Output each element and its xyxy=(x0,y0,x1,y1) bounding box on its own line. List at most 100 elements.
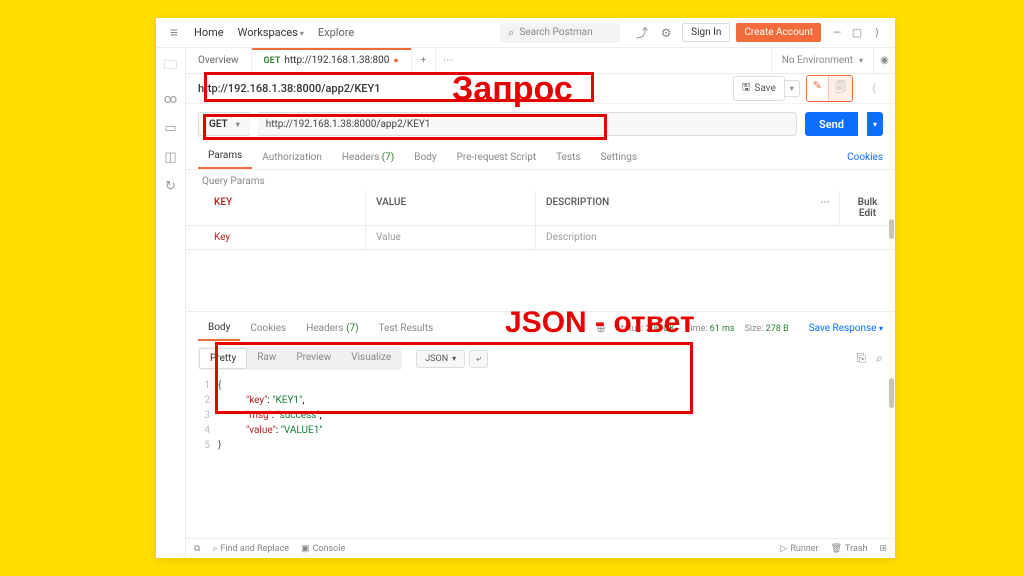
send-dropdown[interactable]: ▾ xyxy=(867,112,883,136)
method-select[interactable]: GET ▾ xyxy=(198,112,250,136)
tab-add-button[interactable]: + xyxy=(412,48,436,73)
search-placeholder: Search Postman xyxy=(519,27,592,38)
bulk-edit-button[interactable]: Bulk Edit xyxy=(840,191,895,225)
view-pretty[interactable]: Pretty xyxy=(199,348,247,369)
chevron-down-icon: ▾ xyxy=(300,29,304,38)
sidebar-expand-icon[interactable]: ⟨ xyxy=(865,82,883,95)
tab-prerequest[interactable]: Pre-request Script xyxy=(447,146,547,169)
json-key: "value" xyxy=(246,425,276,436)
copy-icon[interactable]: ⎘ xyxy=(857,351,867,366)
request-actions: 🖫 Save ▾ ✎ 🗐 ⟨ xyxy=(733,75,883,102)
scrollbar-thumb[interactable] xyxy=(889,378,894,408)
status-bar: ⧉ ⌕ Find and Replace ▣ Console ▷ Runner … xyxy=(186,538,895,558)
resp-tab-cookies[interactable]: Cookies xyxy=(240,317,296,340)
environment-quicklook-icon[interactable]: ◉ xyxy=(873,48,895,73)
json-key: "msg" xyxy=(246,410,272,421)
sidebar-apis-icon[interactable]: ∞ xyxy=(164,92,177,107)
settings-icon[interactable]: ⚙ xyxy=(656,26,676,40)
find-replace-button[interactable]: ⌕ Find and Replace xyxy=(212,544,289,554)
tab-overview[interactable]: Overview xyxy=(186,48,252,73)
save-button[interactable]: 🖫 Save xyxy=(733,76,785,101)
json-string: "success" xyxy=(277,410,320,421)
layout-icon[interactable]: ⊞ xyxy=(879,544,887,554)
line-number: 3 xyxy=(196,408,218,423)
save-dropdown[interactable]: ▾ xyxy=(785,80,800,97)
window-close[interactable]: ⟩ xyxy=(867,26,887,39)
tab-params[interactable]: Params xyxy=(198,144,252,169)
response-icons: ⎘ ⌕ xyxy=(857,351,883,366)
tab-tests[interactable]: Tests xyxy=(546,146,590,169)
resp-tab-body[interactable]: Body xyxy=(198,316,240,341)
save-response-button[interactable]: Save Response ▾ xyxy=(809,323,883,334)
tab-headers[interactable]: Headers (7) xyxy=(332,146,404,169)
time-value: 61 ms xyxy=(710,324,735,334)
url-input[interactable] xyxy=(258,112,797,136)
sidebar-collections-icon[interactable]: 🗀 xyxy=(164,56,177,78)
view-preview[interactable]: Preview xyxy=(286,348,341,369)
chevron-down-icon: ▾ xyxy=(859,56,863,65)
sidebar-mock-icon[interactable]: ◫ xyxy=(164,150,176,165)
sidebar-history-icon[interactable]: ↻ xyxy=(165,179,176,194)
tab-unsaved-dot-icon: ● xyxy=(393,55,398,66)
view-visualize[interactable]: Visualize xyxy=(341,348,401,369)
signin-button[interactable]: Sign In xyxy=(682,23,730,42)
runner-button[interactable]: ▷ Runner xyxy=(780,544,818,554)
param-value-input[interactable]: Value xyxy=(366,226,536,249)
wrap-toggle[interactable]: ⤶ xyxy=(469,350,488,368)
sidebar-toggle-icon[interactable]: ⧉ xyxy=(194,544,200,554)
save-icon: 🖫 xyxy=(742,80,751,97)
response-body: 1{ 2"key": "KEY1", 3"msg": "success", 4"… xyxy=(186,376,895,457)
app-body: 🗀 ∞ ▭ ◫ ↻ Overview GET http://192.168.1.… xyxy=(156,48,895,558)
nav-workspaces[interactable]: Workspaces▾ xyxy=(238,26,304,39)
edit-icon[interactable]: ✎ xyxy=(807,76,828,101)
edit-delete-group: ✎ 🗐 xyxy=(806,75,853,102)
hamburger-icon[interactable]: ≡ xyxy=(164,24,184,41)
send-button[interactable]: Send xyxy=(805,112,858,136)
view-raw[interactable]: Raw xyxy=(247,348,286,369)
invite-icon[interactable]: ⤴ xyxy=(632,24,652,41)
cookies-link[interactable]: Cookies xyxy=(847,146,883,169)
response-view-group: Pretty Raw Preview Visualize xyxy=(198,347,402,370)
url-row: GET ▾ Send ▾ xyxy=(186,104,895,144)
globe-icon[interactable]: ⊕ xyxy=(596,322,605,335)
param-desc-input[interactable]: Description xyxy=(536,226,895,249)
trash-button[interactable]: 🗑 Trash xyxy=(831,544,868,554)
tab-more-button[interactable]: ⋯ xyxy=(436,48,460,73)
window-minimize[interactable]: ― xyxy=(827,26,847,39)
response-toolbar: Pretty Raw Preview Visualize JSON▾ ⤶ ⎘ ⌕ xyxy=(186,341,895,376)
tab-settings[interactable]: Settings xyxy=(591,146,648,169)
params-row-empty[interactable]: Key Value Description xyxy=(186,226,895,250)
response-code[interactable]: 1{ 2"key": "KEY1", 3"msg": "success", 4"… xyxy=(196,378,885,453)
param-key-input[interactable]: Key xyxy=(186,226,366,249)
request-title-row: http://192.168.1.38:8000/app2/KEY1 🖫 Sav… xyxy=(186,74,895,104)
resp-tab-headers[interactable]: Headers (7) xyxy=(296,317,368,340)
search-response-icon[interactable]: ⌕ xyxy=(876,351,883,366)
environment-select[interactable]: No Environment ▾ xyxy=(771,48,873,73)
json-comma: , xyxy=(320,410,322,421)
code-brace: } xyxy=(218,438,221,453)
save-response-label: Save Response xyxy=(809,323,877,334)
trash-label: Trash xyxy=(845,544,867,554)
nav-workspaces-label: Workspaces xyxy=(238,26,298,39)
json-comma: , xyxy=(302,395,304,406)
format-select[interactable]: JSON▾ xyxy=(416,350,465,368)
tab-headers-label: Headers xyxy=(342,152,379,163)
scrollbar-thumb[interactable] xyxy=(889,219,894,239)
tab-body[interactable]: Body xyxy=(404,146,446,169)
console-button[interactable]: ▣ Console xyxy=(301,544,345,554)
chevron-down-icon: ▾ xyxy=(452,354,456,363)
runner-label: Runner xyxy=(790,544,818,554)
window-maximize[interactable]: ▢ xyxy=(847,26,867,39)
time-label: Time: xyxy=(685,324,707,334)
comment-icon[interactable]: 🗐 xyxy=(828,76,852,101)
create-account-button[interactable]: Create Account xyxy=(736,23,821,42)
nav-home[interactable]: Home xyxy=(194,26,224,39)
nav-explore[interactable]: Explore xyxy=(318,26,354,39)
line-number: 1 xyxy=(196,378,218,393)
col-options[interactable]: ⋯ xyxy=(810,191,840,225)
sidebar-env-icon[interactable]: ▭ xyxy=(164,121,176,136)
tab-authorization[interactable]: Authorization xyxy=(252,146,332,169)
search-input[interactable]: ⌕ Search Postman xyxy=(500,23,620,43)
resp-tab-tests[interactable]: Test Results xyxy=(369,317,444,340)
tab-request-active[interactable]: GET http://192.168.1.38:800 ● xyxy=(252,48,412,73)
